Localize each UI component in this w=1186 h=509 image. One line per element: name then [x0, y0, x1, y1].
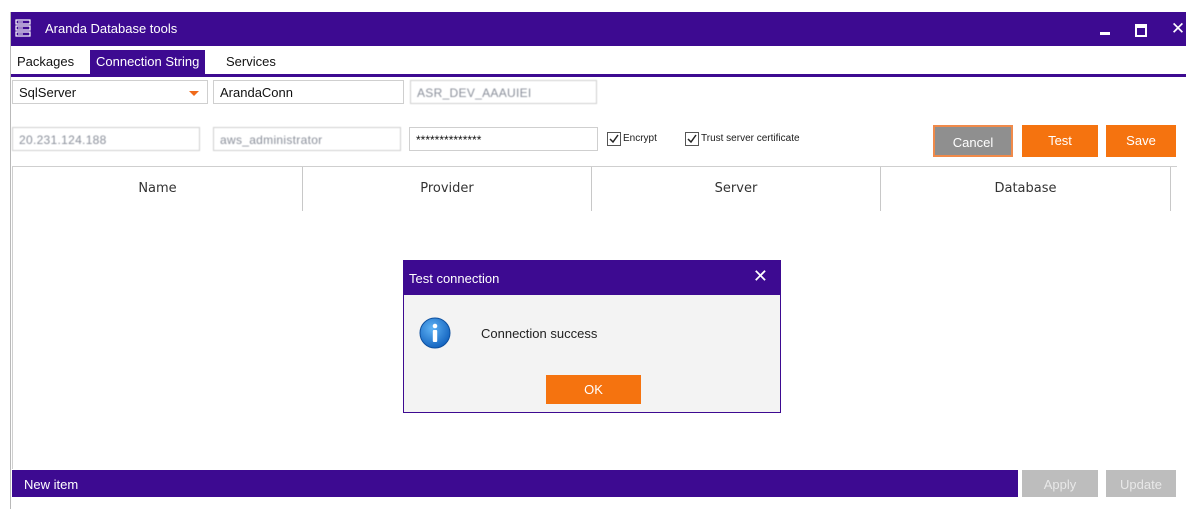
close-button[interactable]: ✕ — [1167, 18, 1186, 40]
minimize-button[interactable] — [1094, 18, 1116, 40]
maximize-icon — [1135, 24, 1147, 37]
trust-certificate-label: Trust server certificate — [701, 133, 800, 144]
ok-button[interactable]: OK — [546, 375, 641, 404]
new-item-bar[interactable]: New item — [12, 470, 1018, 497]
cancel-button[interactable]: Cancel — [933, 125, 1013, 157]
database-input[interactable]: ASR_DEV_AAAUIEI — [410, 80, 597, 104]
provider-value: SqlServer — [19, 85, 77, 100]
checkbox-checked-icon — [685, 132, 699, 146]
connection-name-input[interactable]: ArandaConn — [213, 80, 404, 104]
maximize-button[interactable] — [1129, 18, 1151, 40]
tab-packages[interactable]: Packages — [13, 50, 78, 74]
window-title: Aranda Database tools — [45, 21, 178, 36]
chevron-down-icon — [189, 91, 199, 96]
column-header-name[interactable]: Name — [13, 167, 303, 211]
save-button[interactable]: Save — [1106, 125, 1176, 157]
column-header-server[interactable]: Server — [592, 167, 881, 211]
checkbox-checked-icon — [607, 132, 621, 146]
test-connection-dialog: Test connection ✕ Connection success OK — [403, 260, 781, 413]
apply-button[interactable]: Apply — [1022, 470, 1098, 497]
minimize-icon — [1100, 32, 1110, 35]
tab-strip: Packages Connection String Services — [11, 48, 1186, 77]
database-app-icon — [15, 19, 31, 37]
column-header-provider[interactable]: Provider — [303, 167, 592, 211]
column-header-database[interactable]: Database — [881, 167, 1171, 211]
encrypt-checkbox[interactable]: Encrypt — [607, 131, 667, 147]
info-icon — [419, 317, 451, 349]
server-input[interactable]: 20.231.124.188 — [12, 127, 200, 151]
update-button[interactable]: Update — [1106, 470, 1176, 497]
dialog-title: Test connection — [409, 271, 500, 286]
tab-connection-string[interactable]: Connection String — [90, 50, 206, 74]
tab-services[interactable]: Services — [222, 50, 280, 74]
dialog-message: Connection success — [481, 326, 598, 341]
dialog-title-bar: Test connection ✕ — [404, 261, 780, 295]
grid-header: Name Provider Server Database — [13, 167, 1177, 211]
dialog-close-button[interactable]: ✕ — [753, 266, 768, 288]
provider-select[interactable]: SqlServer — [12, 80, 208, 104]
title-bar: Aranda Database tools ✕ — [11, 12, 1186, 46]
trust-certificate-checkbox[interactable]: Trust server certificate — [685, 131, 845, 147]
username-input[interactable]: aws_administrator — [213, 127, 401, 151]
encrypt-label: Encrypt — [623, 133, 657, 144]
password-input[interactable]: ************** — [409, 127, 598, 151]
test-button[interactable]: Test — [1022, 125, 1098, 157]
